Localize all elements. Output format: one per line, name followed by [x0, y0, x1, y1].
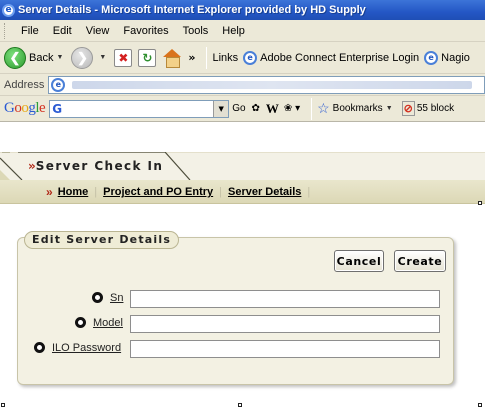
back-arrow-icon: ❮: [4, 46, 26, 69]
bookmarks-label: Bookmarks: [332, 103, 383, 114]
ie-page-icon: e: [51, 77, 66, 92]
back-label: Back: [29, 51, 54, 64]
toolbar-divider: [311, 97, 313, 120]
extension-icon[interactable]: ❀ ▾: [284, 103, 300, 114]
menu-help[interactable]: Help: [215, 25, 252, 37]
toolbar-divider: [206, 46, 208, 69]
panel-title: Edit Server Details: [24, 231, 180, 249]
star-icon: ☆: [317, 100, 330, 116]
link-adobe-connect[interactable]: e Adobe Connect Enterprise Login: [243, 50, 420, 65]
wikipedia-icon[interactable]: W: [266, 101, 279, 117]
chevron-down-icon[interactable]: ▼: [213, 100, 229, 117]
menu-view[interactable]: View: [79, 25, 117, 37]
popup-blocker-button[interactable]: ⊘ 55 block: [401, 101, 455, 116]
forward-button[interactable]: ❯ ▼: [71, 46, 109, 69]
menu-bar: File Edit View Favorites Tools Help: [0, 20, 485, 42]
chevron-down-icon[interactable]: ▼: [99, 54, 106, 61]
toolbar-overflow-chevron-icon[interactable]: »: [188, 51, 195, 64]
pagerank-icon[interactable]: ✿: [252, 103, 260, 114]
address-bar: Address e: [0, 74, 485, 96]
layout-marker: [478, 403, 482, 407]
breadcrumb-arrow-icon: »: [46, 185, 53, 199]
google-logo[interactable]: Google: [4, 100, 46, 117]
popup-blocked-label: 55 block: [416, 103, 455, 114]
breadcrumb-separator: |: [94, 186, 98, 198]
layout-marker: [238, 403, 242, 407]
ilo-password-field-row: ILO Password: [18, 340, 455, 358]
tab-server-check-in[interactable]: »Server Check In: [28, 159, 163, 173]
page-content: »Server Check In » Home | Project and PO…: [0, 122, 485, 410]
tab-label: Server Check In: [35, 159, 164, 173]
standard-toolbar: ❮ Back ▼ ❯ ▼ ✖ ↻ » Links e Adobe Connect…: [0, 42, 485, 74]
address-input[interactable]: e: [48, 75, 485, 94]
ie-page-icon: e: [424, 50, 439, 65]
breadcrumb-project-po-link[interactable]: Project and PO Entry: [103, 186, 213, 198]
sn-label: Sn: [110, 292, 124, 304]
ie-page-icon: e: [243, 50, 258, 65]
ilo-password-input[interactable]: [130, 340, 440, 358]
required-indicator-icon: [75, 317, 86, 328]
back-button[interactable]: ❮ Back ▼: [4, 46, 66, 69]
menu-edit[interactable]: Edit: [46, 25, 79, 37]
model-input[interactable]: [130, 315, 440, 333]
google-search-input[interactable]: G ▼: [49, 99, 230, 118]
internet-explorer-icon: e: [2, 3, 15, 17]
menu-tools[interactable]: Tools: [176, 25, 216, 37]
cancel-button[interactable]: Cancel: [334, 250, 384, 272]
link-adobe-connect-label: Adobe Connect Enterprise Login: [260, 51, 420, 64]
home-icon[interactable]: [162, 48, 182, 68]
breadcrumb-separator: |: [219, 186, 222, 198]
layout-marker: [478, 201, 482, 205]
breadcrumb-server-details-link[interactable]: Server Details: [228, 186, 301, 198]
chevron-down-icon[interactable]: ▼: [56, 54, 63, 61]
menu-file[interactable]: File: [14, 25, 46, 37]
google-go-button[interactable]: Go: [232, 103, 245, 114]
model-field-row: Model: [18, 315, 455, 333]
edit-server-details-panel: Edit Server Details Cancel Create Sn Mod…: [17, 231, 455, 385]
popup-blocked-icon: ⊘: [401, 101, 415, 116]
google-toolbar: Google G ▼ Go ✿ W ❀ ▾ ☆ Bookmarks ▼ ⊘ 55…: [0, 96, 485, 122]
sn-input[interactable]: [130, 290, 440, 308]
link-nagios-label: Nagio: [441, 51, 470, 64]
breadcrumb-separator: |: [307, 186, 311, 198]
ilo-password-label: ILO Password: [52, 342, 122, 354]
blurred-url: [72, 80, 473, 89]
google-logo-letter: G: [4, 100, 15, 116]
tab-arrow-icon: »: [28, 159, 36, 173]
window-title-bar[interactable]: e Server Details - Microsoft Internet Ex…: [0, 0, 485, 20]
layout-marker: [1, 403, 5, 407]
google-logo-letter: e: [39, 100, 46, 116]
stop-icon[interactable]: ✖: [114, 48, 133, 67]
bookmarks-button[interactable]: ☆ Bookmarks ▼: [317, 100, 396, 117]
forward-arrow-icon: ❯: [71, 46, 94, 69]
tab-strip: »Server Check In: [0, 152, 485, 180]
toolbar-grip[interactable]: [4, 22, 8, 39]
refresh-icon[interactable]: ↻: [138, 48, 157, 67]
model-label: Model: [93, 317, 123, 329]
menu-favorites[interactable]: Favorites: [116, 25, 175, 37]
chevron-down-icon: ▼: [385, 105, 393, 112]
sn-field-row: Sn: [18, 290, 455, 308]
create-button[interactable]: Create: [394, 250, 446, 272]
link-nagios[interactable]: e Nagio: [424, 50, 470, 65]
required-indicator-icon: [92, 292, 103, 303]
links-label: Links: [212, 51, 239, 64]
breadcrumb: » Home | Project and PO Entry | Server D…: [0, 180, 485, 204]
breadcrumb-home-link[interactable]: Home: [58, 186, 89, 198]
address-label: Address: [4, 78, 45, 91]
window-title: Server Details - Microsoft Internet Expl…: [18, 4, 366, 16]
required-indicator-icon: [34, 342, 45, 353]
google-g-icon: G: [52, 101, 63, 116]
